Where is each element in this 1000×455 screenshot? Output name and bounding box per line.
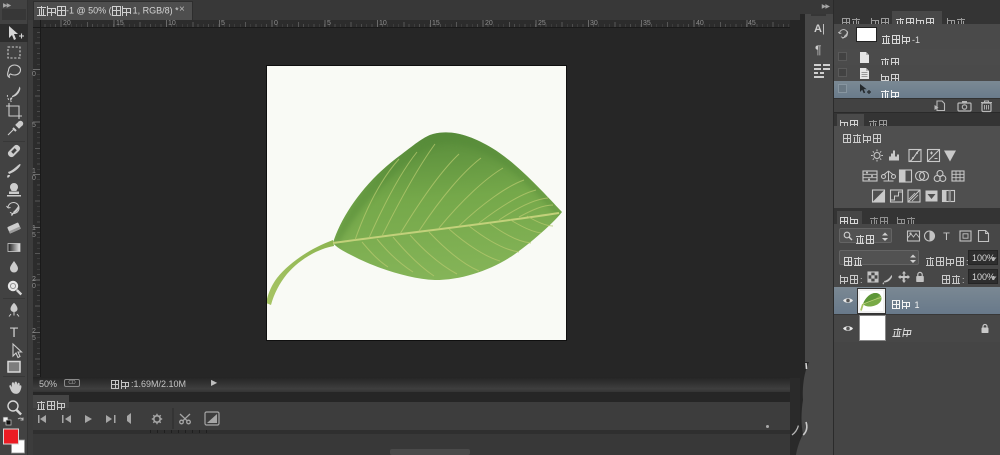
svg-text:T: T xyxy=(943,231,950,243)
svg-text:T: T xyxy=(10,324,19,340)
